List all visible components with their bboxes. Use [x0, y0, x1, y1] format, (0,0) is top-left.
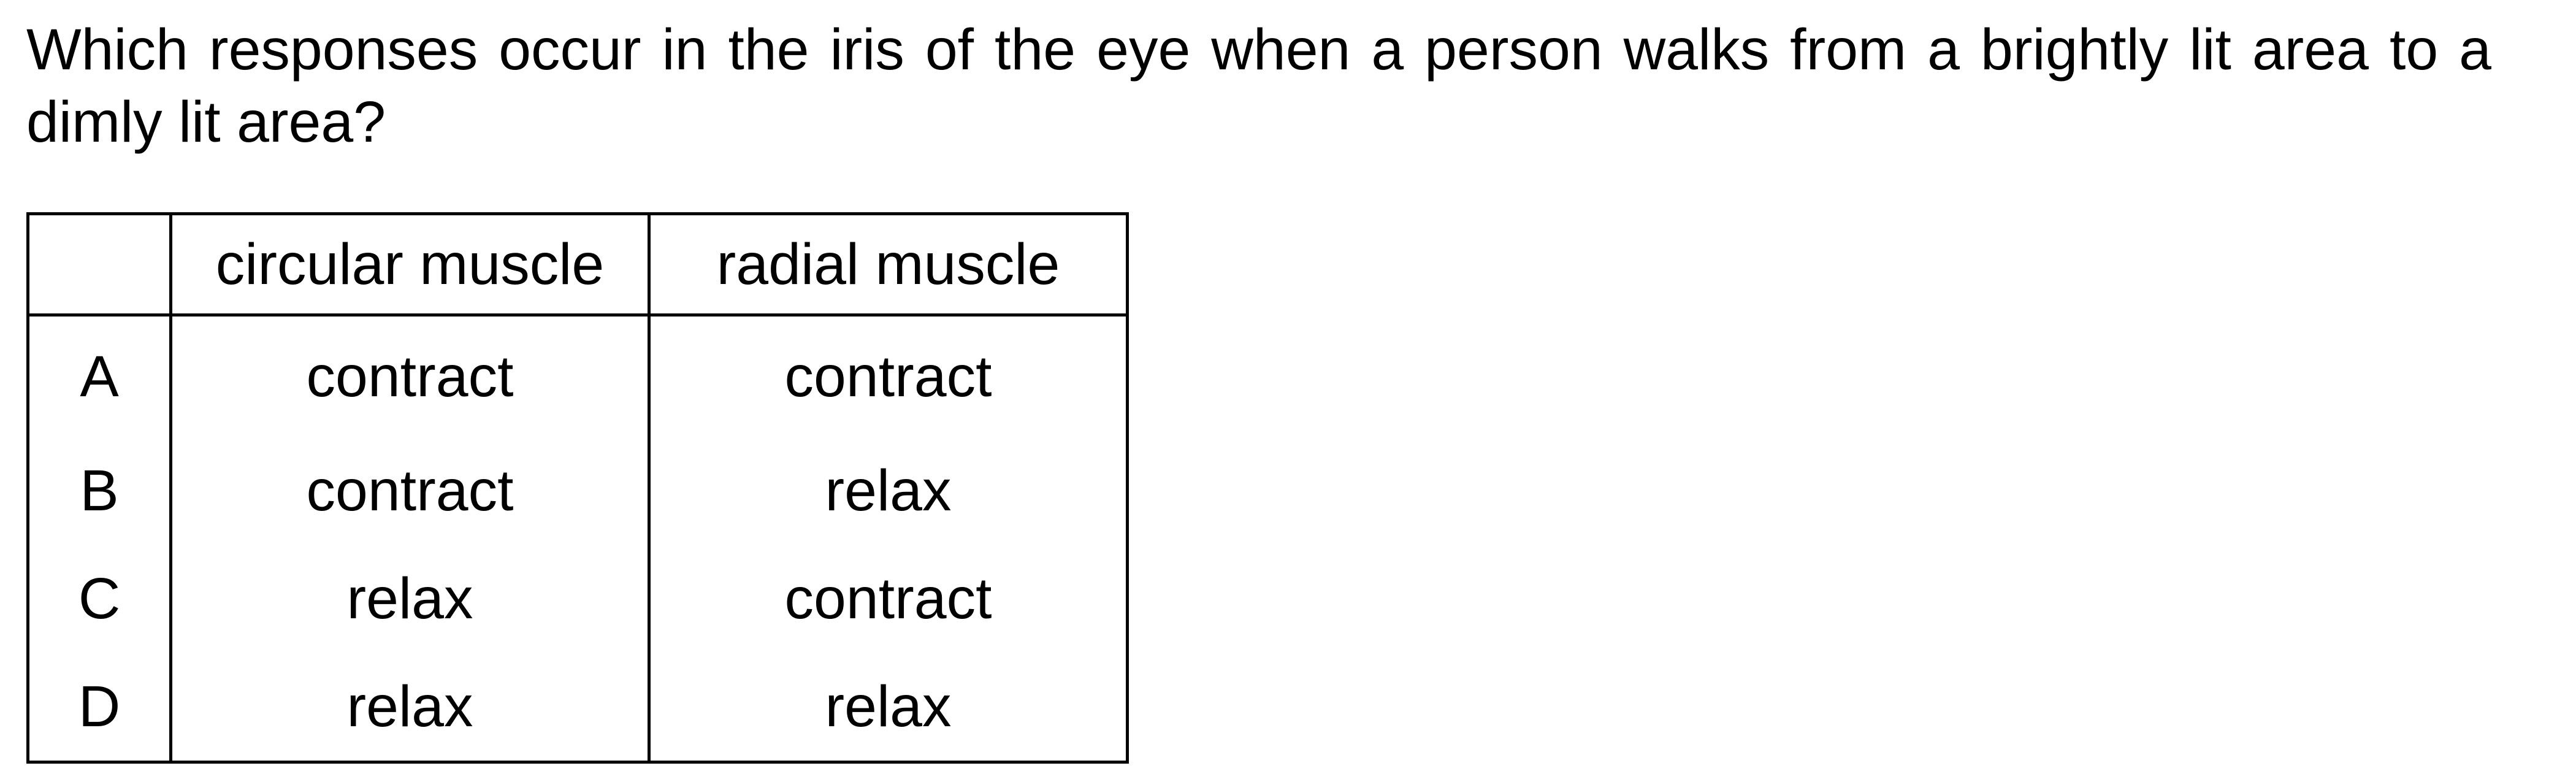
table-row-c[interactable]: C relax contract: [26, 545, 1129, 653]
radial-muscle-cell: contract: [648, 313, 1129, 437]
circular-muscle-cell: contract: [169, 313, 651, 437]
table-row-d[interactable]: D relax relax: [26, 653, 1129, 764]
table-header-row: circular muscle radial muscle: [26, 212, 1129, 316]
answer-options-table: circular muscle radial muscle A contract…: [26, 212, 1129, 764]
radial-muscle-cell: relax: [648, 653, 1129, 764]
radial-muscle-cell: contract: [648, 545, 1129, 653]
header-radial-muscle: radial muscle: [648, 212, 1129, 316]
option-key: A: [26, 313, 172, 437]
table-row-a[interactable]: A contract contract: [26, 313, 1129, 437]
page: { "question": { "text": "Which responses…: [0, 0, 2576, 771]
option-key: B: [26, 437, 172, 545]
header-blank-cell: [26, 212, 172, 316]
circular-muscle-cell: contract: [169, 437, 651, 545]
option-key: C: [26, 545, 172, 653]
radial-muscle-cell: relax: [648, 437, 1129, 545]
circular-muscle-cell: relax: [169, 653, 651, 764]
header-circular-muscle: circular muscle: [169, 212, 651, 316]
circular-muscle-cell: relax: [169, 545, 651, 653]
option-key: D: [26, 653, 172, 764]
table-row-b[interactable]: B contract relax: [26, 437, 1129, 545]
question-text: Which responses occur in the iris of the…: [26, 17, 2491, 155]
